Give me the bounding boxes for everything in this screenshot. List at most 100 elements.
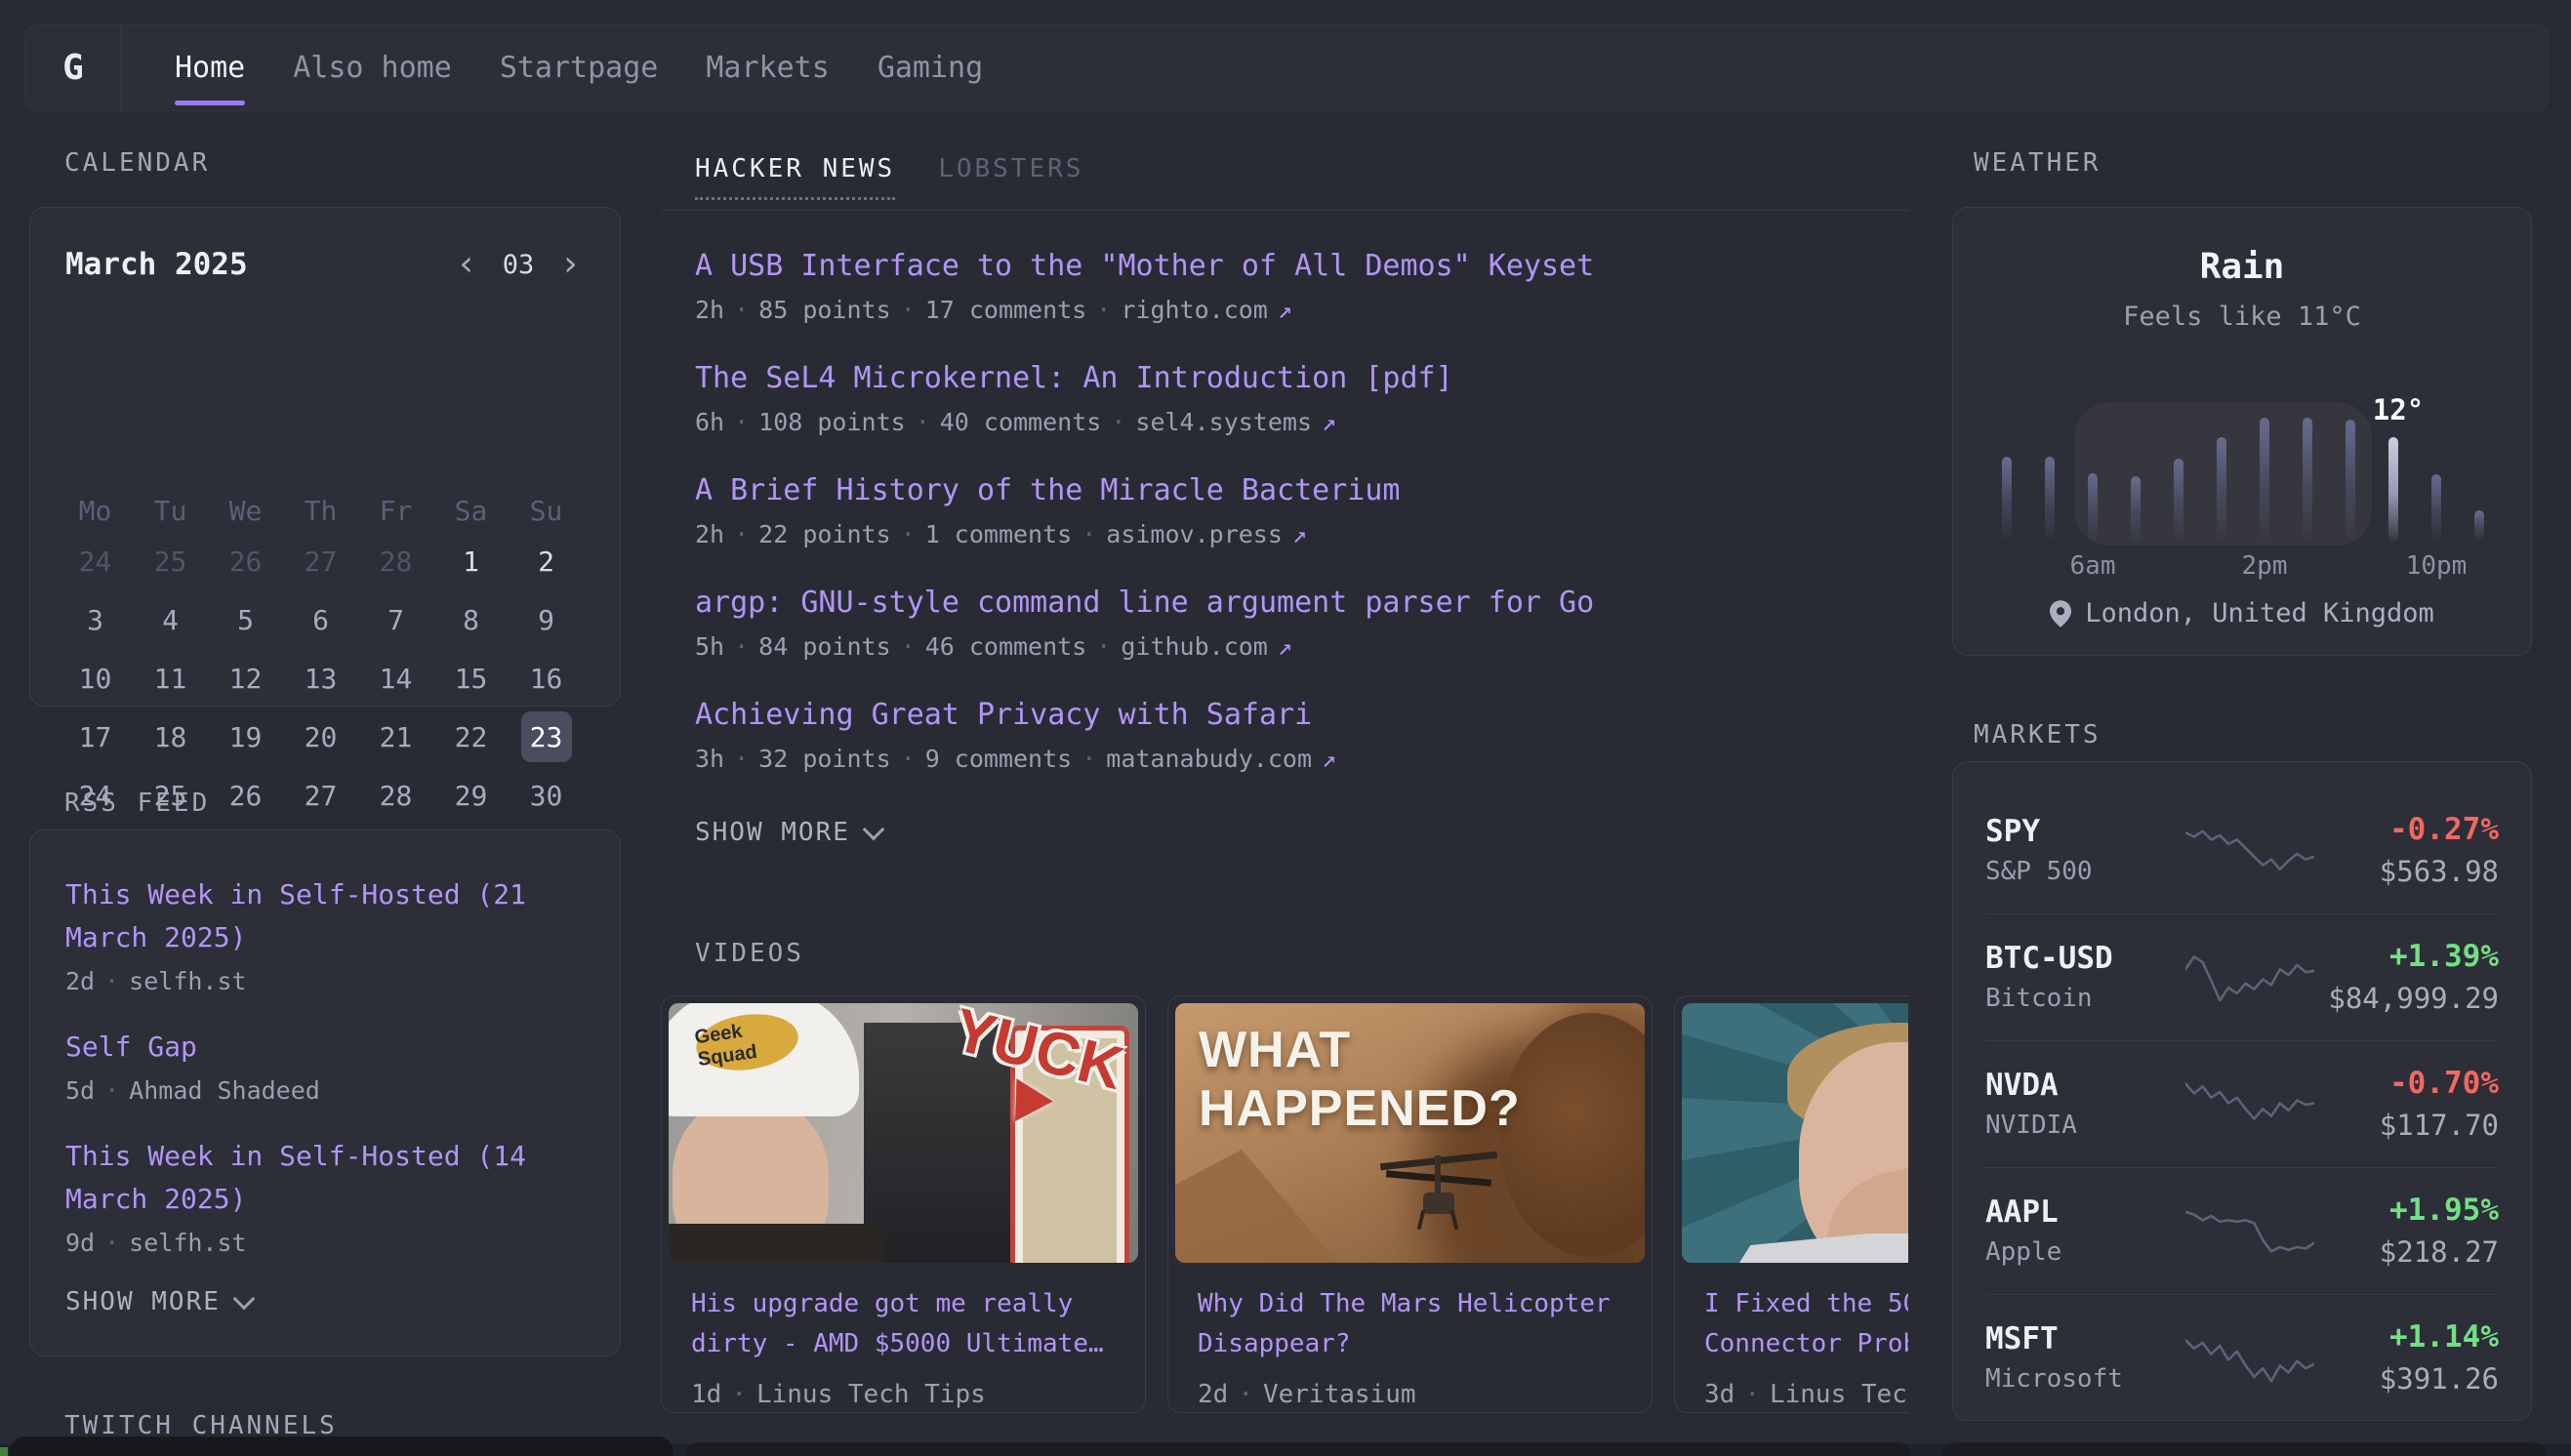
market-symbol-block: BTC-USDBitcoin — [1985, 942, 2185, 1012]
rss-item-title[interactable]: Self Gap — [65, 1026, 585, 1069]
rss-show-more-button[interactable]: SHOW MORE — [65, 1287, 585, 1316]
calendar-day[interactable]: 10 — [58, 649, 133, 708]
video-age: 1d — [691, 1380, 721, 1409]
news-item-points: 32 points — [758, 745, 890, 773]
tab-hacker-news[interactable]: HACKER NEWS — [695, 154, 895, 200]
calendar-day[interactable]: 5 — [208, 590, 283, 649]
news-item: argp: GNU-style command line argument pa… — [695, 586, 1905, 662]
tab-lobsters[interactable]: LOBSTERS — [938, 154, 1083, 200]
news-item-title[interactable]: Achieving Great Privacy with Safari — [695, 699, 1905, 732]
video-card[interactable]: DOTHT I Fixed the 50 Series Power Connect… — [1674, 995, 1908, 1413]
nav-tab-startpage[interactable]: Startpage — [500, 25, 659, 110]
calendar-day[interactable]: 19 — [208, 708, 283, 766]
calendar-day[interactable]: 26 — [208, 532, 283, 590]
stream-thumb-sliver — [0, 1447, 8, 1456]
market-row[interactable]: BTC-USDBitcoin+1.39%$84,999.29 — [1985, 913, 2499, 1040]
calendar-day[interactable]: 12 — [208, 649, 283, 708]
news-item-title[interactable]: argp: GNU-style command line argument pa… — [695, 586, 1905, 620]
bottom-card-edge — [685, 1442, 1911, 1456]
calendar-day[interactable]: 25 — [133, 532, 208, 590]
news-item-domain[interactable]: github.com — [1121, 632, 1268, 661]
video-card[interactable]: Geek SquadYUCK His upgrade got me really … — [661, 995, 1146, 1413]
calendar-day[interactable]: 23 — [509, 708, 584, 766]
calendar-day[interactable]: 3 — [58, 590, 133, 649]
calendar-day[interactable]: 28 — [358, 532, 433, 590]
meta-separator-dot: · — [891, 296, 925, 324]
calendar-day[interactable]: 15 — [433, 649, 509, 708]
calendar-day[interactable]: 7 — [358, 590, 433, 649]
rss-item-title[interactable]: This Week in Self-Hosted (14 March 2025) — [65, 1135, 585, 1221]
calendar-day[interactable]: 26 — [208, 766, 283, 825]
news-item-meta: 6h·108 points·40 comments·sel4.systems↗ — [695, 408, 1905, 437]
calendar-day[interactable]: 30 — [509, 766, 584, 825]
weather-x-label: 2pm — [2216, 551, 2313, 581]
video-card[interactable]: WHAT HAPPENED? Why Did The Mars Helicopte… — [1167, 995, 1653, 1413]
nav-tab-also-home[interactable]: Also home — [293, 25, 452, 110]
calendar-day[interactable]: 14 — [358, 649, 433, 708]
calendar-day[interactable]: 27 — [283, 532, 358, 590]
video-title[interactable]: Why Did The Mars Helicopter Disappear? — [1198, 1284, 1622, 1366]
calendar-day[interactable]: 16 — [509, 649, 584, 708]
calendar-day[interactable]: 9 — [509, 590, 584, 649]
calendar-day[interactable]: 11 — [133, 649, 208, 708]
calendar-day[interactable]: 29 — [433, 766, 509, 825]
calendar-day[interactable]: 21 — [358, 708, 433, 766]
market-name: S&P 500 — [1985, 857, 2185, 886]
rss-item-title[interactable]: This Week in Self-Hosted (21 March 2025) — [65, 873, 585, 959]
calendar-day[interactable]: 27 — [283, 766, 358, 825]
weather-bar-chart — [1953, 415, 2533, 542]
video-thumbnail[interactable]: DOTHT — [1682, 1003, 1908, 1263]
calendar-day[interactable]: 2 — [509, 532, 584, 590]
calendar-day[interactable]: 20 — [283, 708, 358, 766]
calendar-day[interactable]: 6 — [283, 590, 358, 649]
rss-item-meta: 5d·Ahmad Shadeed — [65, 1076, 585, 1106]
news-item-title[interactable]: A USB Interface to the "Mother of All De… — [695, 250, 1905, 283]
news-item-domain[interactable]: sel4.systems — [1135, 408, 1312, 436]
calendar-day[interactable]: 22 — [433, 708, 509, 766]
calendar-day[interactable]: 24 — [58, 532, 133, 590]
market-row[interactable]: MSFTMicrosoft+1.14%$391.26 — [1985, 1294, 2499, 1421]
calendar-day[interactable]: 4 — [133, 590, 208, 649]
calendar-day[interactable]: 13 — [283, 649, 358, 708]
external-link-icon: ↗ — [1312, 745, 1336, 773]
nav-tab-gaming[interactable]: Gaming — [877, 25, 983, 110]
market-row[interactable]: NVDANVIDIA-0.70%$117.70 — [1985, 1040, 2499, 1167]
meta-separator-dot: · — [906, 408, 940, 436]
market-row[interactable]: AAPLApple+1.95%$218.27 — [1985, 1167, 2499, 1294]
news-item-domain[interactable]: matanabudy.com — [1106, 745, 1312, 773]
news-show-more-button[interactable]: SHOW MORE — [695, 818, 881, 847]
selected-day[interactable]: 23 — [521, 711, 572, 762]
dashboard-page: G HomeAlso homeStartpageMarketsGaming CA… — [0, 0, 2571, 1456]
next-month-icon[interactable]: › — [559, 247, 581, 282]
weather-section-label: WEATHER — [1974, 148, 2102, 178]
twitch-card-edge — [10, 1436, 673, 1456]
chevron-down-icon — [863, 819, 885, 841]
meta-separator-dot: · — [724, 296, 758, 324]
video-thumbnail[interactable]: Geek SquadYUCK — [669, 1003, 1138, 1263]
news-item-domain[interactable]: asimov.press — [1106, 520, 1283, 548]
news-item-title[interactable]: The SeL4 Microkernel: An Introduction [p… — [695, 362, 1905, 395]
nav-tab-home[interactable]: Home — [175, 25, 245, 110]
news-item-domain[interactable]: righto.com — [1121, 296, 1268, 324]
calendar-day[interactable]: 8 — [433, 590, 509, 649]
nav-tab-markets[interactable]: Markets — [706, 25, 829, 110]
video-title[interactable]: His upgrade got me really dirty - AMD $5… — [691, 1284, 1116, 1366]
prev-month-icon[interactable]: ‹ — [456, 247, 477, 282]
nav-tabs: Home Also home Startpage Markets Gaming — [122, 25, 983, 110]
calendar-day[interactable]: 28 — [358, 766, 433, 825]
calendar-day[interactable]: 18 — [133, 708, 208, 766]
rss-item: Self Gap 5d·Ahmad Shadeed — [65, 1026, 585, 1106]
app-logo[interactable]: G — [25, 25, 121, 110]
market-row[interactable]: SPYS&P 500-0.27%$563.98 — [1985, 788, 2499, 913]
market-name: NVIDIA — [1985, 1111, 2185, 1140]
market-change: +1.39% — [2314, 940, 2499, 973]
weather-bar — [2388, 437, 2398, 542]
video-thumbnail[interactable]: WHAT HAPPENED? — [1175, 1003, 1645, 1263]
video-age: 2d — [1198, 1380, 1228, 1409]
news-item-title[interactable]: A Brief History of the Miracle Bacterium — [695, 474, 1905, 507]
video-title[interactable]: I Fixed the 50 Series Power Connector Pr… — [1704, 1284, 1908, 1366]
calendar-day[interactable]: 1 — [433, 532, 509, 590]
news-item-comments: 1 comments — [925, 520, 1073, 548]
news-item-age: 2h — [695, 296, 724, 324]
calendar-day[interactable]: 17 — [58, 708, 133, 766]
